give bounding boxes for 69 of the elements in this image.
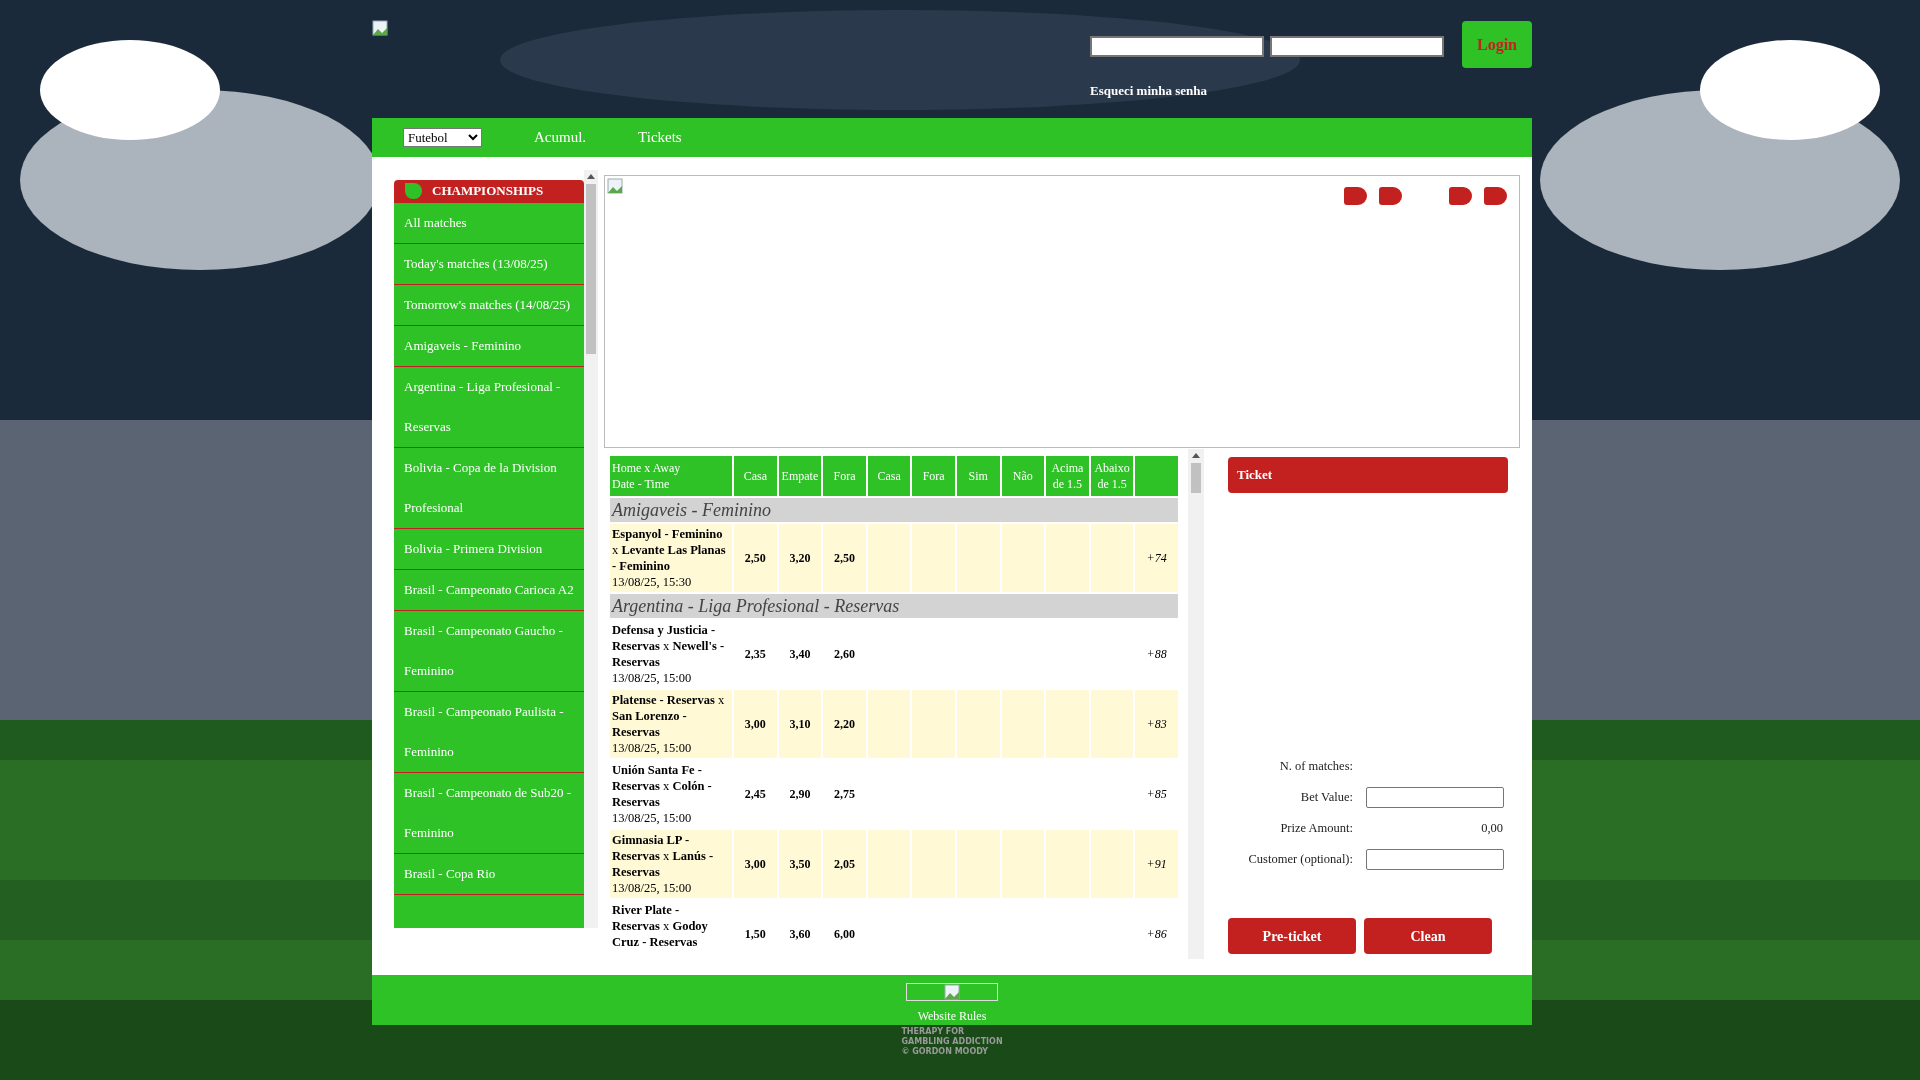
gambling-help-logo: THERAPY FOR GAMBLING ADDICTION © GORDON MOODY (901, 1027, 1003, 1057)
match-cell[interactable]: Gimnasia LP - Reservas x Lanús - Reservas 13/08/25, 15:00 (610, 830, 732, 898)
league-heading: Argentina - Liga Profesional - Reservas (610, 594, 1178, 618)
input-field[interactable] (1366, 848, 1504, 870)
scrollbar[interactable] (584, 170, 598, 928)
logo-image (372, 20, 388, 36)
field-label: N. of matches: (1278, 757, 1353, 775)
password-field[interactable] (1270, 36, 1444, 57)
ticket-header: Ticket (1228, 457, 1508, 493)
odds-cell[interactable]: 3,00 (734, 830, 777, 898)
empty-odds-cell[interactable] (956, 830, 1000, 898)
empty-odds-cell[interactable] (1001, 690, 1045, 758)
odds-cell[interactable]: 2,50 (734, 524, 777, 592)
empty-odds-cell[interactable] (1046, 690, 1089, 758)
scrollbar-thumb[interactable] (586, 184, 596, 354)
column-header: Sim (956, 456, 1000, 496)
odds-cell[interactable]: 2,05 (823, 830, 866, 898)
empty-odds-cell[interactable] (912, 524, 955, 592)
column-header: Casa (734, 456, 777, 496)
field-label: Bet Value: (1299, 788, 1353, 806)
banner-image (607, 178, 623, 194)
odds-cell[interactable]: 3,10 (778, 690, 822, 758)
sidebar-item[interactable] (394, 894, 584, 928)
column-header: Abaixo de 1.5 (1090, 456, 1134, 496)
forgot-password-link[interactable]: Esqueci minha senha (1090, 81, 1208, 101)
clean-button[interactable]: Clean (1364, 918, 1492, 954)
empty-odds-cell[interactable] (1001, 830, 1045, 898)
prize-value: 0,00 (1481, 819, 1503, 837)
sidebar-title: CHAMPIONSHIPS (432, 182, 544, 201)
empty-odds-cell[interactable] (867, 690, 911, 758)
scrollbar-thumb[interactable] (1191, 463, 1201, 493)
column-header: Empate (778, 456, 822, 496)
field-label: Prize Amount: (1279, 819, 1353, 837)
odds-cell[interactable]: 2,50 (823, 524, 866, 592)
more-odds-link[interactable]: +91 (1135, 830, 1178, 898)
league-heading: Amigaveis - Feminino (610, 498, 1178, 522)
empty-odds-cell[interactable] (1046, 830, 1089, 898)
column-header: Casa (867, 456, 911, 496)
match-cell[interactable]: Espanyol - Feminino x Levante Las Planas - Feminino 13/08/25, 15:30 (610, 524, 732, 592)
empty-odds-cell[interactable] (867, 524, 911, 592)
column-header: Acima de 1.5 (1046, 456, 1089, 496)
pre-ticket-button[interactable]: Pre-ticket (1228, 918, 1356, 954)
column-header: Home x Away Date - Time (610, 456, 732, 496)
leaf-icon (404, 181, 422, 200)
odds-cell[interactable]: 3,20 (778, 524, 822, 592)
more-odds-link[interactable]: +74 (1135, 524, 1178, 592)
input-field[interactable] (1366, 786, 1504, 808)
odds-cell[interactable]: 2,20 (823, 690, 866, 758)
sport-select[interactable]: Futebol (403, 128, 482, 147)
empty-odds-cell[interactable] (956, 524, 1000, 592)
match-cell[interactable]: Platense - Reservas x San Lorenzo - Reservas 13/08/25, 15:00 (610, 690, 732, 758)
scrollbar[interactable] (1188, 449, 1204, 959)
empty-odds-cell[interactable] (956, 690, 1000, 758)
empty-odds-cell[interactable] (1090, 524, 1134, 592)
odds-cell[interactable]: 3,50 (778, 830, 822, 898)
odds-cell[interactable]: 3,00 (734, 690, 777, 758)
empty-odds-cell[interactable] (1001, 524, 1045, 592)
username-field[interactable] (1090, 36, 1264, 57)
more-odds-link[interactable]: +83 (1135, 690, 1178, 758)
empty-odds-cell[interactable] (912, 830, 955, 898)
empty-odds-cell[interactable] (1090, 690, 1134, 758)
empty-odds-cell[interactable] (1090, 830, 1134, 898)
column-header: Fora (912, 456, 955, 496)
empty-odds-cell[interactable] (867, 830, 911, 898)
column-header: Não (1001, 456, 1045, 496)
field-label: Customer (optional): (1247, 850, 1353, 868)
empty-odds-cell[interactable] (1046, 524, 1089, 592)
empty-odds-cell[interactable] (912, 690, 955, 758)
column-header: Fora (823, 456, 866, 496)
